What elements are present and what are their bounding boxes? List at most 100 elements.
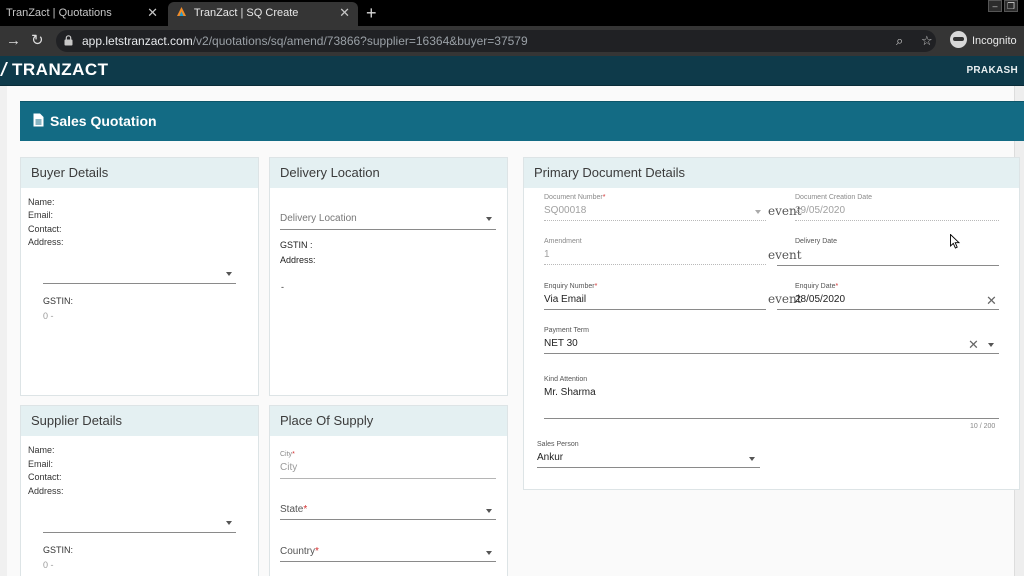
delivery-location-select[interactable]: Delivery Location: [280, 210, 496, 230]
chevron-down-icon: [486, 217, 492, 221]
kind-attention-label: Kind Attention: [544, 376, 588, 383]
restore-icon[interactable]: ❐: [1004, 0, 1018, 12]
delivery-date-input[interactable]: [777, 248, 999, 266]
bookmark-star-icon[interactable]: ☆: [921, 30, 933, 52]
country-select[interactable]: Country*: [280, 545, 496, 562]
mouse-cursor-icon: [950, 234, 961, 249]
document-icon: [33, 113, 44, 127]
chevron-down-icon: [749, 457, 755, 461]
card-title: Place Of Supply: [270, 406, 507, 436]
logo-text: TRANZACT: [12, 60, 109, 79]
payment-term-select[interactable]: NET 30 ✕: [544, 336, 999, 354]
url-text: app.letstranzact.com/v2/quotations/sq/am…: [82, 30, 528, 52]
input-placeholder: City: [280, 462, 298, 473]
supplier-email-label: Email:: [28, 459, 54, 469]
buyer-name-label: Name:: [28, 197, 55, 207]
state-label: State*: [280, 504, 307, 515]
lock-icon: [64, 35, 73, 46]
url-path: /v2/quotations/sq/amend/73866?supplier=1…: [192, 34, 528, 48]
app-header: TRANZACT PRAKASH: [0, 56, 1024, 86]
card-title: Primary Document Details: [524, 158, 1019, 188]
window-controls: – ❐: [988, 0, 1018, 12]
required-mark: *: [303, 504, 308, 515]
minimize-icon[interactable]: –: [988, 0, 1002, 12]
required-mark: *: [594, 283, 598, 290]
amendment-value: 1: [544, 249, 550, 260]
reload-icon[interactable]: ↻: [31, 31, 44, 51]
state-select[interactable]: State*: [280, 503, 496, 520]
delivery-address-label: Address:: [280, 255, 316, 265]
supplier-gstin-value: 0 -: [43, 560, 54, 570]
enquiry-date-label: Enquiry Date*: [795, 283, 838, 290]
city-input[interactable]: City: [280, 460, 496, 479]
enquiry-date-value: 28/05/2020: [795, 294, 846, 305]
select-underline: [280, 519, 496, 520]
buyer-gstin-value: 0 -: [43, 311, 54, 321]
delivery-location-card: Delivery Location: [269, 157, 508, 396]
clear-icon[interactable]: ✕: [968, 338, 979, 351]
country-label-text: Country: [280, 546, 316, 557]
address-bar: → ↻ app.letstranzact.com/v2/quotations/s…: [0, 26, 1024, 56]
tab-quotations[interactable]: TranZact | Quotations ✕: [0, 2, 166, 26]
state-label-text: State: [280, 504, 304, 515]
supplier-address-label: Address:: [28, 486, 64, 496]
buyer-address-select[interactable]: [43, 264, 236, 284]
sales-person-label: Sales Person: [537, 441, 579, 448]
supplier-contact-label: Contact:: [28, 472, 62, 482]
incognito-icon: [950, 31, 967, 48]
creation-date-label: Document Creation Date: [795, 194, 873, 201]
city-label-text: City: [280, 451, 293, 458]
required-mark: *: [835, 283, 839, 290]
input-underline: [544, 264, 766, 265]
sales-person-select[interactable]: Ankur: [537, 450, 760, 468]
tranzact-logo[interactable]: TRANZACT: [0, 60, 109, 80]
clear-icon[interactable]: ✕: [986, 294, 997, 307]
select-underline: [43, 283, 236, 284]
page-title: Sales Quotation: [50, 113, 157, 129]
payment-term-value: NET 30: [544, 338, 578, 349]
input-underline: [795, 220, 999, 221]
select-placeholder: Delivery Location: [280, 213, 357, 224]
forward-arrow-icon[interactable]: →: [6, 31, 21, 51]
incognito-indicator[interactable]: Incognito: [950, 30, 1017, 52]
enquiry-number-value: Via Email: [544, 294, 587, 305]
enquiry-date-input[interactable]: 28/05/2020 ✕: [777, 292, 999, 310]
select-underline: [544, 220, 766, 221]
close-icon[interactable]: ✕: [147, 2, 158, 24]
supplier-address-select[interactable]: [43, 513, 236, 533]
incognito-label: Incognito: [972, 35, 1017, 47]
buyer-contact-label: Contact:: [28, 224, 62, 234]
input-underline: [544, 309, 766, 310]
supplier-gstin-label: GSTIN:: [43, 545, 74, 555]
creation-date-field[interactable]: 29/05/2020: [795, 204, 999, 221]
new-tab-button[interactable]: +: [366, 2, 377, 24]
delivery-address-value: -: [281, 282, 284, 292]
sales-quotation-header: Sales Quotation: [20, 101, 1024, 141]
user-menu[interactable]: PRAKASH: [966, 65, 1018, 76]
url-host: app.letstranzact.com: [82, 34, 193, 48]
document-number-select[interactable]: SQ00018: [544, 204, 766, 221]
sales-person-value: Ankur: [537, 452, 564, 463]
tab-sq-create[interactable]: TranZact | SQ Create ✕: [168, 2, 358, 26]
chevron-down-icon: [988, 343, 994, 347]
card-title: Buyer Details: [21, 158, 258, 188]
close-icon[interactable]: ✕: [339, 2, 350, 24]
select-underline: [537, 467, 760, 468]
document-number-value: SQ00018: [544, 205, 587, 216]
chevron-down-icon: [486, 551, 492, 555]
character-counter: 10 / 200: [970, 423, 996, 430]
url-input[interactable]: app.letstranzact.com/v2/quotations/sq/am…: [56, 30, 936, 52]
payment-term-label: Payment Term: [544, 327, 589, 334]
kind-attention-textarea[interactable]: Mr. Sharma: [544, 385, 999, 419]
country-label: Country*: [280, 546, 319, 557]
amendment-label: Amendment: [544, 238, 582, 245]
enquiry-number-input[interactable]: Via Email: [544, 292, 766, 310]
tab-title: TranZact | Quotations: [6, 7, 112, 19]
left-gutter: [0, 86, 7, 576]
chevron-down-icon: [226, 272, 232, 276]
creation-date-value: 29/05/2020: [795, 205, 846, 216]
zoom-search-icon[interactable]: ⌕: [896, 30, 903, 52]
label-text: Enquiry Number: [544, 283, 595, 290]
label-text: Enquiry Date: [795, 283, 836, 290]
delivery-gstin-label: GSTIN :: [280, 240, 313, 250]
